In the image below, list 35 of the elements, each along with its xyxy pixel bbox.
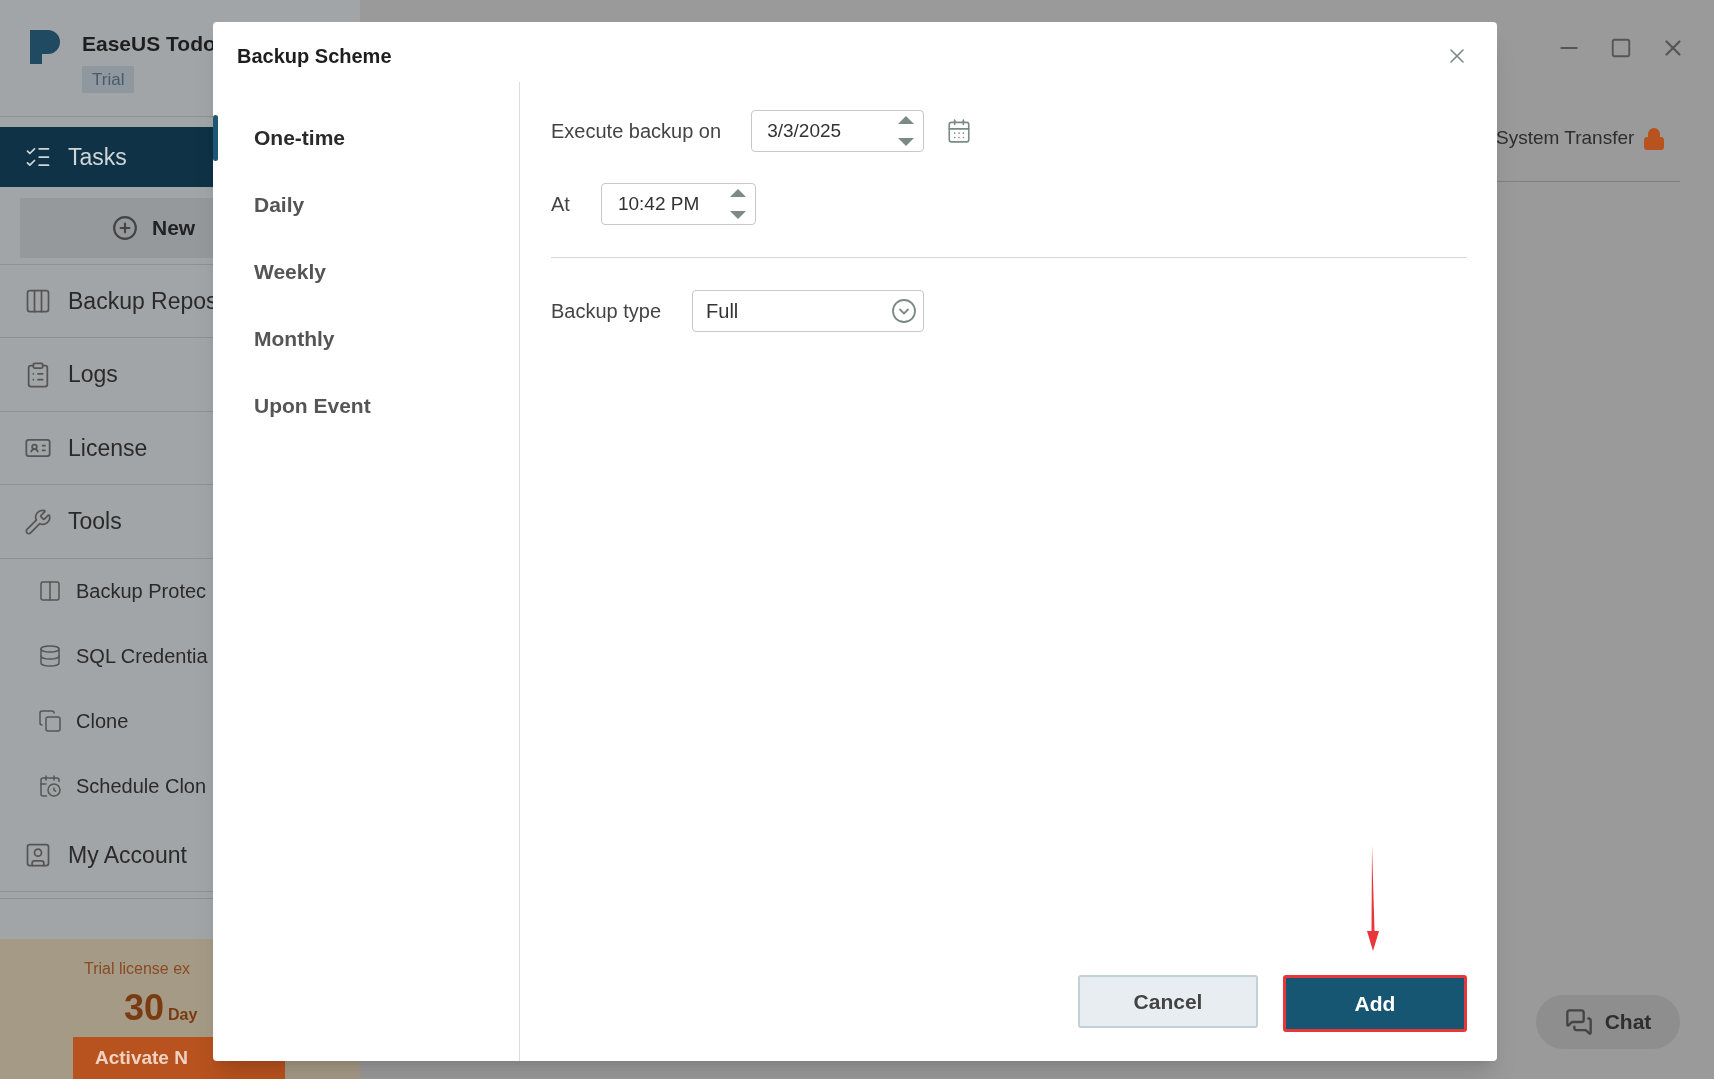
sidebar-item[interactable]: My Account xyxy=(0,818,360,892)
wrench-icon xyxy=(24,507,52,536)
sidebar-item[interactable]: Clone xyxy=(0,688,360,754)
logo-icon xyxy=(28,28,62,66)
columns-icon xyxy=(38,579,62,604)
time-field[interactable]: 10:42 PM xyxy=(600,183,756,225)
trial-message: Trial license ex xyxy=(84,959,191,980)
database-icon xyxy=(38,644,62,669)
spinner-icon[interactable] xyxy=(897,114,916,148)
sidebar-item[interactable]: Tools xyxy=(0,485,360,558)
field-label: Execute backup on xyxy=(551,119,722,144)
system-transfer-tab[interactable]: System Transfer xyxy=(1496,124,1635,153)
add-button[interactable]: Add xyxy=(1283,975,1467,1032)
backup-type-dropdown[interactable]: Full xyxy=(692,290,925,332)
days-label: Day xyxy=(168,1005,198,1026)
field-label: At xyxy=(551,192,570,217)
chat-icon xyxy=(1564,1008,1593,1036)
field-label: Backup type xyxy=(551,299,662,324)
trial-label: Trial xyxy=(82,65,135,93)
chevron-down-icon xyxy=(891,298,918,324)
cancel-button[interactable]: Cancel xyxy=(1078,975,1258,1028)
dialog-title: Backup Scheme xyxy=(237,44,392,69)
app-name: EaseUS Todo xyxy=(82,31,216,57)
sidebar-item[interactable]: Backup Protec xyxy=(0,558,360,624)
maximize-icon[interactable] xyxy=(1610,37,1632,59)
calendar-clock-icon xyxy=(38,774,62,799)
sidebar-item[interactable]: SQL Credentia xyxy=(0,623,360,689)
days-count: 30 xyxy=(124,986,165,1031)
plus-circle-icon xyxy=(112,214,138,241)
sidebar-item[interactable]: Schedule Clon xyxy=(0,753,360,819)
date-field[interactable]: 3/3/2025 xyxy=(751,110,925,152)
chat-button[interactable]: Chat xyxy=(1536,995,1680,1049)
calendar-icon[interactable] xyxy=(946,118,973,144)
copy-icon xyxy=(38,709,62,734)
spinner-icon[interactable] xyxy=(728,187,747,221)
